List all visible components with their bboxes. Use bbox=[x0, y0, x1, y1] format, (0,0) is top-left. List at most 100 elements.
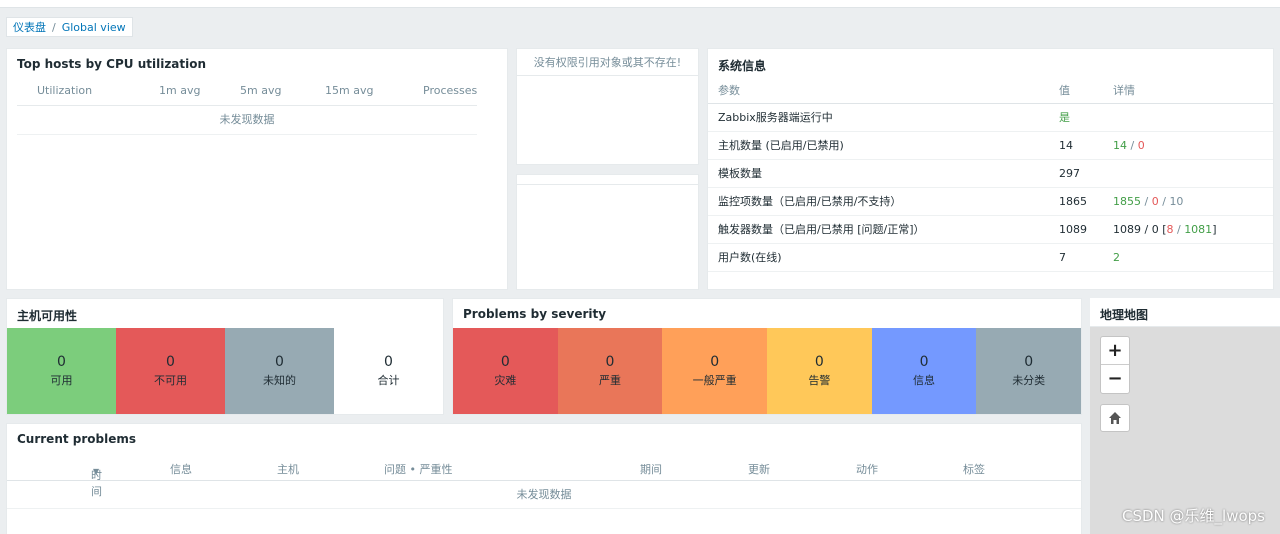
enabled-count: 1855 bbox=[1113, 195, 1141, 208]
no-permission-widget: 没有权限引用对象或其不存在! bbox=[516, 48, 699, 165]
geomap-header: 地理地图 bbox=[1090, 298, 1280, 327]
top-hosts-nodata: 未发现数据 bbox=[17, 107, 477, 135]
label: 一般严重 bbox=[692, 374, 737, 387]
divider bbox=[517, 175, 698, 185]
count: 0 bbox=[814, 354, 824, 370]
current-problems-nodata: 未发现数据 bbox=[7, 481, 1081, 509]
geomap-widget[interactable]: 地理地图 + − bbox=[1090, 298, 1280, 534]
table-row: 监控项数量（已启用/已禁用/不支持） 1865 1855 / 0 / 10 bbox=[708, 188, 1273, 216]
problems-by-severity-widget: Problems by severity 0 灾难 0 严重 0 一般严重 0 … bbox=[452, 298, 1082, 415]
label: 严重 bbox=[599, 374, 621, 387]
zoom-in-button[interactable]: + bbox=[1101, 337, 1129, 365]
system-info-table: 参数 值 详情 Zabbix服务器端运行中 是 主机数量 (已启用/已禁用) 1… bbox=[708, 77, 1273, 272]
sort-desc-icon: ▼ bbox=[93, 467, 100, 476]
label: 信息 bbox=[913, 374, 936, 387]
bracket: ] bbox=[1212, 223, 1217, 236]
table-row: 主机数量 (已启用/已禁用) 14 14 / 0 bbox=[708, 132, 1273, 160]
column-utilization[interactable]: Utilization bbox=[37, 84, 92, 97]
availability-unknown[interactable]: 0 未知的 bbox=[225, 328, 334, 414]
availability-total[interactable]: 0 合计 bbox=[334, 328, 443, 414]
label: 灾难 bbox=[494, 374, 517, 387]
breadcrumb-current-link[interactable]: Global view bbox=[62, 21, 126, 34]
zoom-out-button[interactable]: − bbox=[1101, 365, 1129, 393]
value-cell: 1865 bbox=[1059, 195, 1087, 208]
column-actions: 动作 bbox=[856, 463, 878, 476]
problems-table-header: 时间 ▼ 信息 主机 问题 • 严重性 期间 更新 动作 标签 bbox=[7, 455, 1081, 498]
breadcrumb: 仪表盘 / Global view bbox=[6, 17, 133, 37]
value-cell: 297 bbox=[1059, 167, 1080, 180]
param-cell: 模板数量 bbox=[718, 167, 762, 180]
current-problems-widget: Current problems 时间 ▼ 信息 主机 问题 • 严重性 期间 更… bbox=[6, 423, 1082, 534]
availability-unavailable[interactable]: 0 不可用 bbox=[116, 328, 225, 414]
column-tags: 标签 bbox=[963, 463, 985, 476]
header-value: 值 bbox=[1059, 84, 1070, 97]
table-row: Zabbix服务器端运行中 是 bbox=[708, 104, 1273, 132]
top-strip bbox=[0, 0, 1280, 8]
unsupported-count: 10 bbox=[1169, 195, 1184, 208]
separator: / bbox=[1173, 223, 1185, 236]
count: 0 bbox=[166, 354, 175, 370]
system-info-title: 系统信息 bbox=[718, 59, 767, 73]
no-permission-message: 没有权限引用对象或其不存在! bbox=[533, 56, 682, 69]
count: 0 bbox=[275, 354, 284, 370]
top-hosts-title: Top hosts by CPU utilization bbox=[17, 57, 207, 71]
separator: / bbox=[1162, 195, 1166, 208]
availability-available[interactable]: 0 可用 bbox=[7, 328, 116, 414]
blank-widget bbox=[516, 174, 699, 290]
value-cell: 14 bbox=[1059, 139, 1073, 152]
param-cell: Zabbix服务器端运行中 bbox=[718, 111, 833, 124]
table-row: 用户数(在线) 7 2 bbox=[708, 244, 1273, 272]
param-cell: 监控项数量（已启用/已禁用/不支持） bbox=[718, 195, 902, 208]
breadcrumb-dashboards-link[interactable]: 仪表盘 bbox=[13, 19, 46, 35]
count: 0 bbox=[500, 354, 510, 370]
home-button[interactable] bbox=[1100, 404, 1130, 432]
label: 合计 bbox=[377, 374, 400, 387]
system-info-widget: 系统信息 参数 值 详情 Zabbix服务器端运行中 是 主机数量 (已启用/已… bbox=[707, 48, 1274, 290]
value-cell: 7 bbox=[1059, 251, 1066, 264]
column-update: 更新 bbox=[748, 463, 770, 476]
count: 0 bbox=[57, 354, 66, 370]
column-5m-avg[interactable]: 5m avg bbox=[240, 84, 281, 97]
severity-not-classified[interactable]: 0 未分类 bbox=[976, 328, 1081, 414]
host-availability-title: 主机可用性 bbox=[17, 309, 78, 323]
divider bbox=[517, 75, 698, 76]
value-cell: 是 bbox=[1059, 111, 1070, 124]
param-cell: 用户数(在线) bbox=[718, 251, 782, 264]
disabled-count: 0 bbox=[1137, 139, 1145, 152]
value-cell: 1089 bbox=[1059, 223, 1087, 236]
details-cell: 1855 / 0 / 10 bbox=[1113, 188, 1183, 215]
count: 0 bbox=[605, 354, 615, 370]
label: 告警 bbox=[808, 374, 831, 387]
column-15m-avg[interactable]: 15m avg bbox=[325, 84, 373, 97]
severity-title: Problems by severity bbox=[463, 307, 607, 321]
param-cell: 触发器数量（已启用/已禁用 [问题/正常]） bbox=[718, 223, 925, 236]
geomap-title: 地理地图 bbox=[1100, 308, 1149, 322]
table-header: 参数 值 详情 bbox=[708, 77, 1273, 104]
label: 不可用 bbox=[154, 374, 187, 387]
param-cell: 主机数量 (已启用/已禁用) bbox=[718, 139, 844, 152]
label: 可用 bbox=[50, 374, 73, 387]
disabled-count: 0 bbox=[1151, 195, 1159, 208]
details-cell: 14 / 0 bbox=[1113, 132, 1145, 159]
home-icon bbox=[1109, 412, 1121, 424]
column-host[interactable]: 主机 bbox=[277, 461, 299, 477]
ok-count: 1081 bbox=[1184, 223, 1213, 236]
severity-disaster[interactable]: 0 灾难 bbox=[453, 328, 558, 414]
top-hosts-table-header: Utilization 1m avg 5m avg 15m avg Proces… bbox=[17, 84, 477, 106]
severity-warning[interactable]: 0 告警 bbox=[767, 328, 872, 414]
host-availability-widget: 主机可用性 0 可用 0 不可用 0 未知的 0 合计 bbox=[6, 298, 444, 415]
enabled-count: 14 bbox=[1113, 139, 1127, 152]
current-problems-title: Current problems bbox=[17, 432, 137, 446]
count: 0 bbox=[919, 354, 929, 370]
column-problem-severity[interactable]: 问题 • 严重性 bbox=[384, 461, 452, 477]
table-row: 触发器数量（已启用/已禁用 [问题/正常]） 1089 1089 / 0 [8 … bbox=[708, 216, 1273, 244]
column-processes[interactable]: Processes bbox=[423, 84, 477, 97]
severity-information[interactable]: 0 信息 bbox=[871, 328, 977, 414]
column-1m-avg[interactable]: 1m avg bbox=[159, 84, 200, 97]
separator: / bbox=[1130, 139, 1135, 152]
severity-average[interactable]: 0 一般严重 bbox=[662, 328, 768, 414]
severity-high[interactable]: 0 严重 bbox=[557, 328, 663, 414]
column-info: 信息 bbox=[170, 463, 192, 476]
enabled-disabled: 1089 / 0 [ bbox=[1113, 223, 1167, 236]
zoom-control: + − bbox=[1100, 336, 1130, 394]
